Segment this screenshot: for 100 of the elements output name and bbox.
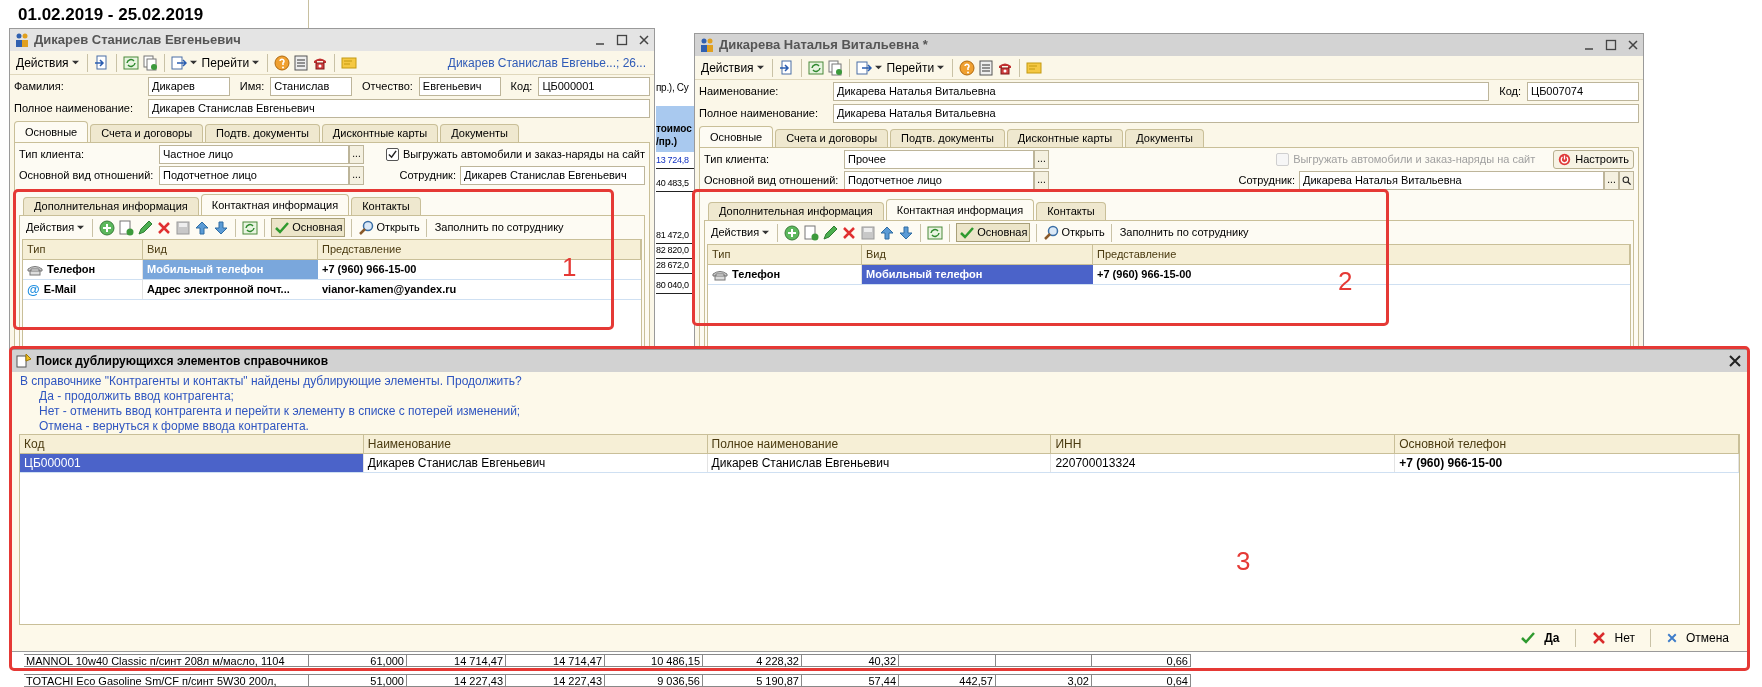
close-icon[interactable] bbox=[638, 34, 650, 46]
close-icon[interactable] bbox=[1727, 353, 1743, 369]
text-field[interactable]: Подотчетное лицо bbox=[159, 165, 349, 185]
select-button[interactable]: ... bbox=[349, 144, 364, 164]
help-icon[interactable] bbox=[274, 54, 291, 71]
column-header[interactable]: Полное наименование bbox=[707, 435, 1052, 453]
copy-icon[interactable] bbox=[141, 54, 158, 71]
text-field[interactable]: Дикарева Наталья Витальевна bbox=[833, 103, 1639, 123]
tab[interactable]: Контакты bbox=[1036, 202, 1106, 220]
fill-button[interactable]: Заполнить по сотруднику bbox=[432, 219, 566, 236]
tab[interactable]: Подтв. документы bbox=[205, 124, 320, 142]
tab[interactable]: Счета и договоры bbox=[90, 124, 204, 142]
column-header[interactable]: Вид bbox=[862, 245, 1093, 264]
tab[interactable]: Документы bbox=[1125, 129, 1204, 147]
main-toggle-button[interactable]: Основная bbox=[956, 223, 1031, 242]
tab[interactable]: Документы bbox=[440, 124, 519, 142]
caret-icon bbox=[71, 59, 79, 66]
actions-menu[interactable]: Действия bbox=[24, 219, 87, 236]
tab[interactable]: Основные bbox=[14, 121, 89, 142]
checkbox[interactable] bbox=[385, 147, 399, 161]
tab[interactable]: Дисконтные карты bbox=[321, 124, 439, 142]
main-toggle-button[interactable]: Основная bbox=[271, 218, 346, 237]
field-label: Код: bbox=[1498, 83, 1521, 99]
close-icon[interactable] bbox=[1627, 39, 1639, 51]
setup-button[interactable]: Настроить bbox=[1553, 149, 1634, 169]
column-header[interactable]: Тип bbox=[708, 245, 862, 264]
no-button[interactable]: Нет bbox=[1582, 628, 1643, 648]
tab[interactable]: Дополнительная информация bbox=[708, 202, 884, 220]
search-button[interactable] bbox=[1619, 170, 1634, 190]
tab[interactable]: Контактная информация bbox=[885, 199, 1035, 220]
tab[interactable]: Подтв. документы bbox=[890, 129, 1005, 147]
refresh-icon[interactable] bbox=[242, 219, 259, 236]
actions-menu[interactable]: Действия bbox=[14, 53, 81, 72]
header-link[interactable]: Дикарев Станислав Евгенье...; 26... bbox=[447, 53, 650, 72]
goto-icon[interactable] bbox=[170, 54, 187, 71]
list-icon[interactable] bbox=[293, 54, 310, 71]
text-field[interactable]: Частное лицо bbox=[159, 144, 349, 164]
list-icon[interactable] bbox=[978, 59, 995, 76]
tab[interactable]: Дисконтные карты bbox=[1006, 129, 1124, 147]
down-arrow-icon[interactable] bbox=[213, 219, 230, 236]
copy-icon[interactable] bbox=[826, 59, 843, 76]
column-header[interactable]: Тип bbox=[23, 240, 143, 259]
column-header[interactable]: Наименование bbox=[363, 435, 708, 453]
up-arrow-icon[interactable] bbox=[879, 224, 896, 241]
text-field[interactable]: Станислав bbox=[270, 76, 352, 96]
pencil-icon[interactable] bbox=[137, 219, 154, 236]
column-header[interactable]: Код bbox=[20, 435, 364, 453]
delete-icon[interactable] bbox=[156, 219, 173, 236]
delete-icon[interactable] bbox=[841, 224, 858, 241]
select-button[interactable]: ... bbox=[1604, 170, 1619, 190]
actions-menu[interactable]: Действия bbox=[709, 224, 772, 241]
goto-menu[interactable]: Перейти bbox=[199, 53, 262, 72]
fill-button[interactable]: Заполнить по сотруднику bbox=[1117, 224, 1251, 241]
tab[interactable]: Контактная информация bbox=[200, 194, 350, 215]
refresh-icon[interactable] bbox=[927, 224, 944, 241]
actions-menu[interactable]: Действия bbox=[699, 58, 766, 77]
add-icon[interactable] bbox=[784, 224, 801, 241]
maximize-icon[interactable] bbox=[1605, 39, 1617, 51]
text-field[interactable]: Дикарев bbox=[148, 76, 230, 96]
text-field[interactable]: Прочее bbox=[844, 149, 1034, 169]
table-cell[interactable]: ЦБ000001 bbox=[20, 454, 364, 472]
column-header[interactable]: ИНН bbox=[1051, 435, 1396, 453]
help-icon[interactable] bbox=[959, 59, 976, 76]
goto-menu[interactable]: Перейти bbox=[884, 58, 947, 77]
maximize-icon[interactable] bbox=[616, 34, 628, 46]
people-icon bbox=[14, 32, 30, 48]
pencil-icon[interactable] bbox=[822, 224, 839, 241]
text-field[interactable]: Дикарев Станислав Евгеньевич bbox=[460, 165, 645, 185]
copy-add-icon[interactable] bbox=[118, 219, 135, 236]
refresh-icon[interactable] bbox=[122, 54, 139, 71]
text-field[interactable]: Дикарева Наталья Витальевна bbox=[1299, 170, 1604, 190]
refresh-icon[interactable] bbox=[807, 59, 824, 76]
down-arrow-icon[interactable] bbox=[898, 224, 915, 241]
open-button[interactable]: Открыть bbox=[1043, 224, 1105, 241]
cancel-button[interactable]: Отмена bbox=[1657, 628, 1737, 648]
yes-button[interactable]: Да bbox=[1512, 628, 1568, 648]
text-field[interactable]: Евгеньевич bbox=[418, 76, 501, 96]
select-button[interactable]: ... bbox=[1034, 170, 1049, 190]
add-icon[interactable] bbox=[99, 219, 116, 236]
goto-icon[interactable] bbox=[855, 59, 872, 76]
table-cell[interactable]: Мобильный телефон bbox=[862, 265, 1093, 284]
select-button[interactable]: ... bbox=[1034, 149, 1049, 169]
column-header[interactable]: Представление bbox=[1093, 245, 1630, 264]
table-cell[interactable]: Адрес электронной почт... bbox=[143, 280, 318, 299]
copy-add-icon[interactable] bbox=[803, 224, 820, 241]
column-header[interactable]: Представление bbox=[318, 240, 641, 259]
select-button[interactable]: ... bbox=[349, 165, 364, 185]
tab[interactable]: Дополнительная информация bbox=[23, 197, 199, 215]
text-field[interactable]: ЦБ007074 bbox=[1527, 81, 1639, 101]
text-field[interactable]: Подотчетное лицо bbox=[844, 170, 1034, 190]
text-field[interactable]: Дикарев Станислав Евгеньевич bbox=[148, 98, 650, 118]
up-arrow-icon[interactable] bbox=[194, 219, 211, 236]
open-button[interactable]: Открыть bbox=[358, 219, 420, 236]
text-field[interactable]: Дикарева Наталья Витальевна bbox=[833, 81, 1490, 101]
text-field[interactable]: ЦБ000001 bbox=[538, 76, 650, 96]
tab[interactable]: Контакты bbox=[351, 197, 421, 215]
column-header[interactable]: Основной телефон bbox=[1395, 435, 1739, 453]
column-header[interactable]: Вид bbox=[143, 240, 318, 259]
tab[interactable]: Основные bbox=[699, 126, 774, 147]
tab[interactable]: Счета и договоры bbox=[775, 129, 889, 147]
